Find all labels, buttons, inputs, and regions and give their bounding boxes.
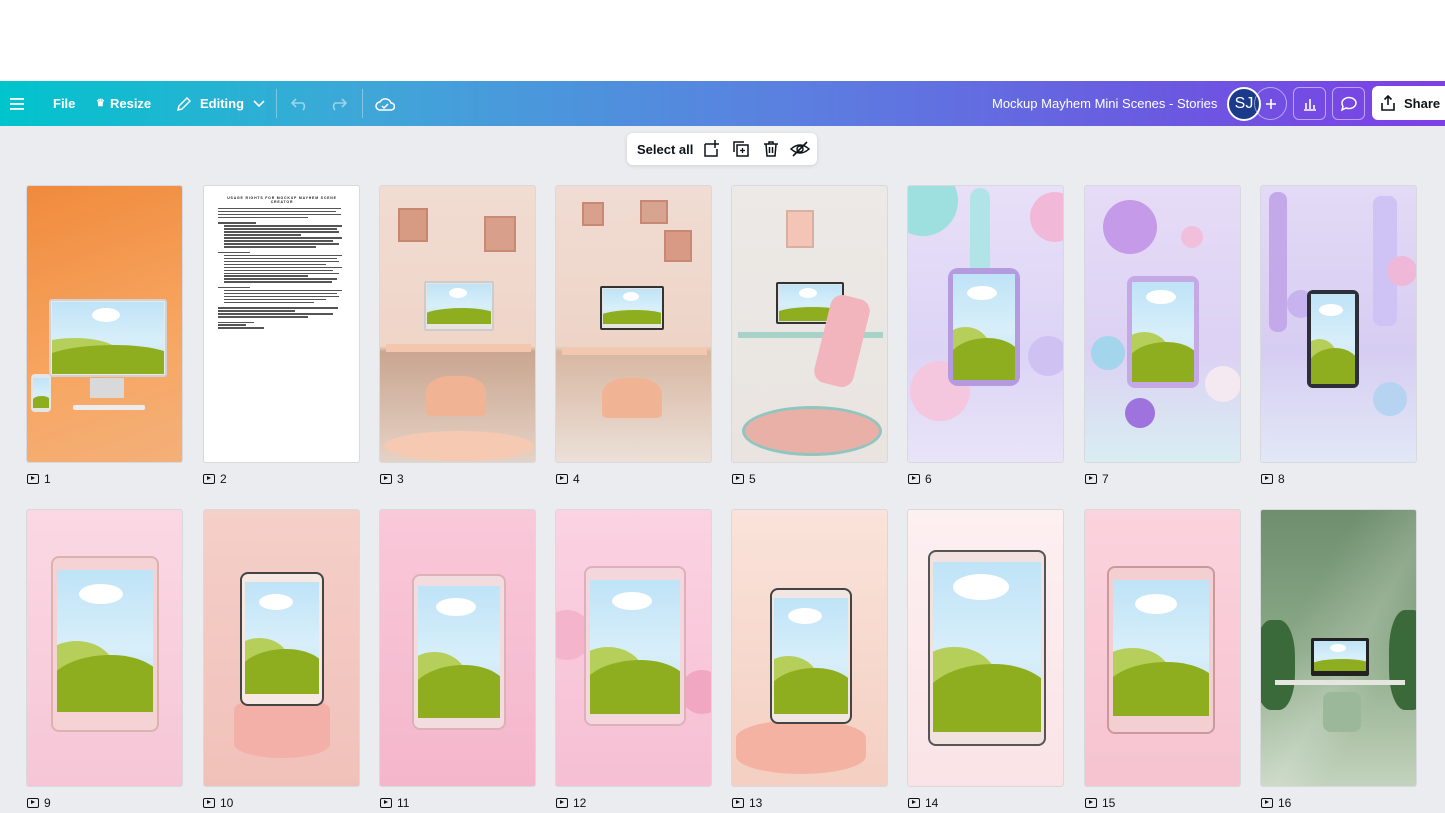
undo-icon[interactable] xyxy=(291,81,309,126)
page-number-3: 3 xyxy=(380,472,404,486)
page-thumbnail-6[interactable] xyxy=(907,185,1064,463)
page-notes-icon xyxy=(1261,474,1273,484)
page-thumbnail-2[interactable]: USAGE RIGHTS FOR MOCKUP MAYHEM SCENE CRE… xyxy=(203,185,360,463)
hide-page-icon[interactable] xyxy=(790,139,810,159)
page-number-6: 6 xyxy=(908,472,932,486)
page-notes-icon xyxy=(1085,474,1097,484)
page-number-13: 13 xyxy=(732,796,762,810)
page-number-10: 10 xyxy=(203,796,233,810)
page-thumbnail-3[interactable] xyxy=(379,185,536,463)
page-thumbnail-8[interactable] xyxy=(1260,185,1417,463)
file-label: File xyxy=(53,96,76,111)
document-title[interactable]: Mockup Mayhem Mini Scenes - Stories xyxy=(992,81,1217,126)
bar-chart-icon xyxy=(1303,98,1316,111)
editing-label: Editing xyxy=(200,96,245,111)
page-number-7: 7 xyxy=(1085,472,1109,486)
page-number-8: 8 xyxy=(1261,472,1285,486)
page-thumbnail-11[interactable] xyxy=(379,509,536,787)
page-thumbnail-1[interactable] xyxy=(26,185,183,463)
page-notes-icon xyxy=(908,798,920,808)
usage-rights-document: USAGE RIGHTS FOR MOCKUP MAYHEM SCENE CRE… xyxy=(218,196,346,330)
page-thumbnail-16[interactable] xyxy=(1260,509,1417,787)
page-number-14: 14 xyxy=(908,796,938,810)
page-number-4: 4 xyxy=(556,472,580,486)
page-thumbnail-9[interactable] xyxy=(26,509,183,787)
editor-toolbar: File ♛ Resize Editing Mockup Mayhem Mini… xyxy=(0,81,1445,126)
share-icon xyxy=(1381,95,1395,111)
add-page-icon[interactable] xyxy=(701,139,721,159)
page-number-5: 5 xyxy=(732,472,756,486)
resize-button[interactable]: ♛ Resize xyxy=(96,81,151,126)
page-notes-icon xyxy=(203,474,215,484)
page-notes-icon xyxy=(203,798,215,808)
page-thumbnail-15[interactable] xyxy=(1084,509,1241,787)
comment-icon xyxy=(1340,96,1357,111)
page-thumbnail-12[interactable] xyxy=(555,509,712,787)
add-collaborator-button[interactable] xyxy=(1254,87,1287,120)
page-notes-icon xyxy=(27,474,39,484)
page-number-2: 2 xyxy=(203,472,227,486)
page-number-16: 16 xyxy=(1261,796,1291,810)
page-thumbnail-13[interactable] xyxy=(731,509,888,787)
page-number-11: 11 xyxy=(380,796,409,810)
page-notes-icon xyxy=(1261,798,1273,808)
page-actions-bar: Select all xyxy=(627,133,817,165)
share-button[interactable]: Share xyxy=(1372,86,1445,120)
redo-icon[interactable] xyxy=(329,81,347,126)
page-notes-icon xyxy=(732,798,744,808)
page-number-12: 12 xyxy=(556,796,586,810)
toolbar-divider xyxy=(276,89,277,118)
page-notes-icon xyxy=(732,474,744,484)
trash-icon[interactable] xyxy=(761,139,781,159)
crown-icon: ♛ xyxy=(96,98,105,109)
page-thumbnail-10[interactable] xyxy=(203,509,360,787)
page-notes-icon xyxy=(380,474,392,484)
page-number-1: 1 xyxy=(27,472,51,486)
resize-label: Resize xyxy=(109,96,152,111)
editing-mode-button[interactable]: Editing xyxy=(176,81,265,126)
document-heading: USAGE RIGHTS FOR MOCKUP MAYHEM SCENE CRE… xyxy=(227,196,337,204)
top-whitespace xyxy=(0,0,1445,81)
select-all-button[interactable]: Select all xyxy=(637,133,693,165)
page-notes-icon xyxy=(1085,798,1097,808)
page-number-9: 9 xyxy=(27,796,51,810)
page-notes-icon xyxy=(380,798,392,808)
page-thumbnail-5[interactable] xyxy=(731,185,888,463)
file-menu-button[interactable]: File xyxy=(53,81,75,126)
cloud-saved-icon[interactable] xyxy=(375,81,395,126)
page-notes-icon xyxy=(556,798,568,808)
page-thumbnail-7[interactable] xyxy=(1084,185,1241,463)
duplicate-page-icon[interactable] xyxy=(731,139,751,159)
page-notes-icon xyxy=(556,474,568,484)
page-thumbnail-4[interactable] xyxy=(555,185,712,463)
share-label: Share xyxy=(1404,95,1441,111)
page-number-15: 15 xyxy=(1085,796,1115,810)
pencil-icon xyxy=(176,96,192,111)
page-thumbnail-14[interactable] xyxy=(907,509,1064,787)
menu-icon[interactable] xyxy=(10,81,24,126)
toolbar-divider xyxy=(362,89,363,118)
page-notes-icon xyxy=(908,474,920,484)
insights-button[interactable] xyxy=(1293,87,1326,120)
chevron-down-icon xyxy=(253,99,265,107)
plus-icon xyxy=(1265,98,1276,109)
comments-button[interactable] xyxy=(1332,87,1365,120)
page-notes-icon xyxy=(27,798,39,808)
